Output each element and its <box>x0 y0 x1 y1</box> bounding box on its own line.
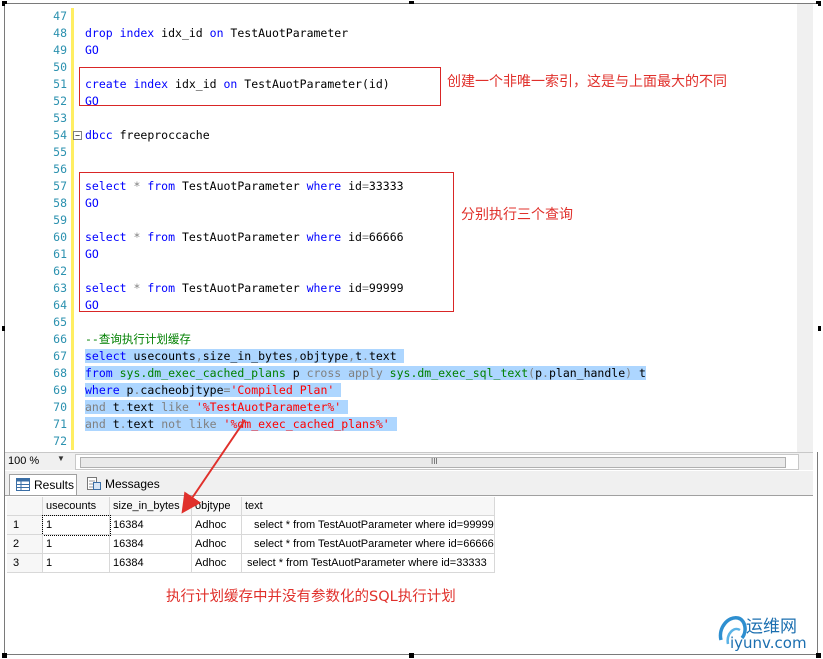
result-annotation: 执行计划缓存中并没有参数化的SQL执行计划 <box>166 589 456 605</box>
watermark-domain: iyunv.com <box>730 634 807 652</box>
annotation-arrow <box>181 419 246 514</box>
